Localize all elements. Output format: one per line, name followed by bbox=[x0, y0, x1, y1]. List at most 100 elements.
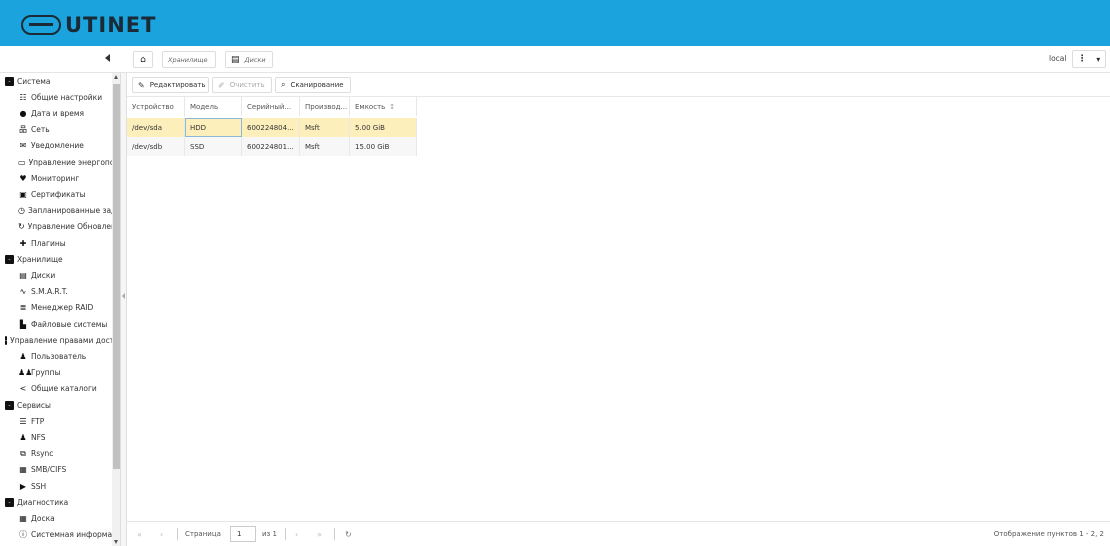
first-page-icon[interactable]: « bbox=[137, 530, 142, 539]
sidebar-item[interactable]: 品 Сеть bbox=[18, 122, 120, 138]
sidebar-item-label: Плагины bbox=[31, 238, 66, 248]
scan-label: Сканирование bbox=[290, 81, 344, 89]
sidebar-item[interactable]: ◷ Запланированные задачи bbox=[18, 203, 120, 219]
sidebar-item-label: Системная информация bbox=[31, 530, 121, 540]
cell-serial: 600224804... bbox=[242, 118, 300, 137]
sidebar-item[interactable]: ▤ Диски bbox=[18, 267, 120, 283]
table-row[interactable]: /dev/sdb SSD 600224801... Msft 15.00 GiB bbox=[127, 137, 417, 156]
breadcrumb-disks[interactable]: ▤ Диски bbox=[225, 51, 273, 68]
cell-vendor: Msft bbox=[300, 137, 350, 156]
action-toolbar: ✎ Редактировать ✐ Очистить ⌕ Сканирование bbox=[127, 73, 1110, 97]
prev-page-icon[interactable]: ‹ bbox=[160, 530, 163, 539]
sidebar-item[interactable]: ⓘ Системная информация bbox=[18, 527, 121, 543]
breadcrumb-storage[interactable]: Хранилище bbox=[162, 51, 216, 68]
sidebar-item[interactable]: ∿ S.M.A.R.T. bbox=[18, 284, 120, 300]
sidebar-group[interactable]: - Хранилище bbox=[5, 251, 117, 267]
sidebar-item[interactable]: < Общие каталоги bbox=[18, 381, 120, 397]
kebab-menu-icon: ⋮ bbox=[1077, 54, 1087, 64]
sidebar-scrollbar[interactable] bbox=[112, 73, 120, 546]
page-number-input[interactable] bbox=[230, 526, 256, 542]
navigation-sidebar: - Система ☷ Общие настройки ● Дата и время 品 Се… bbox=[0, 73, 121, 546]
sidebar-item[interactable]: ☷ Общие настройки bbox=[18, 89, 120, 105]
sidebar-item-label: Файловые системы bbox=[31, 319, 108, 329]
home-icon: ⌂ bbox=[140, 54, 146, 65]
column-header-model[interactable]: Модель bbox=[185, 97, 242, 116]
table-row[interactable]: /dev/sda HDD 600224804... Msft 5.00 GiB bbox=[127, 118, 417, 137]
clear-button[interactable]: ✐ Очистить bbox=[212, 77, 272, 93]
pager-divider bbox=[334, 528, 335, 540]
sidebar-group[interactable]: - Система bbox=[5, 73, 117, 89]
sidebar-item[interactable]: ● Дата и время bbox=[18, 105, 120, 121]
cell-capacity: 5.00 GiB bbox=[350, 118, 417, 137]
sidebar-item[interactable]: ☰ FTP bbox=[18, 413, 120, 429]
nav-item-icon: ◷ bbox=[18, 206, 25, 216]
sidebar-item-label: Управление Обновлениями bbox=[27, 222, 120, 232]
sidebar-item[interactable]: ▙ Файловые системы bbox=[18, 316, 120, 332]
sidebar-item-label: SMB/CIFS bbox=[31, 465, 67, 475]
edit-button[interactable]: ✎ Редактировать bbox=[132, 77, 209, 93]
sidebar-item[interactable]: ✚ Плагины bbox=[18, 235, 120, 251]
last-page-icon[interactable]: » bbox=[317, 530, 322, 539]
scroll-up-icon[interactable] bbox=[114, 75, 118, 79]
home-button[interactable]: ⌂ bbox=[133, 51, 153, 68]
capacity-header-label: Емкость bbox=[355, 102, 386, 111]
user-menu-button[interactable]: ⋮ ▾ bbox=[1072, 50, 1106, 68]
logo-text: UTINET bbox=[65, 13, 157, 37]
sidebar-item[interactable]: ♟ NFS bbox=[18, 429, 120, 445]
nav-item-icon: 品 bbox=[19, 125, 27, 135]
sidebar-item[interactable]: ♟♟ Группы bbox=[18, 365, 120, 381]
sidebar-item[interactable]: ▦ SMB/CIFS bbox=[18, 462, 120, 478]
nav-item-icon: ▭ bbox=[18, 157, 26, 167]
logo-mark-icon bbox=[21, 15, 61, 35]
sidebar-item[interactable]: ↻Управление Обновлениями bbox=[18, 219, 120, 235]
disk-icon: ▤ bbox=[231, 54, 240, 65]
sidebar-item[interactable]: ♟ Пользователь bbox=[18, 348, 120, 364]
breadcrumb-disks-label: Диски bbox=[244, 55, 266, 64]
pager-divider bbox=[285, 528, 286, 540]
dropdown-caret-icon: ▾ bbox=[1096, 54, 1101, 64]
sidebar-item[interactable]: ▦ Доска bbox=[18, 510, 120, 526]
next-page-icon[interactable]: › bbox=[295, 530, 298, 539]
edit-label: Редактировать bbox=[149, 81, 206, 89]
sidebar-item[interactable]: ✉ Уведомление bbox=[18, 138, 120, 154]
sidebar-item[interactable]: ⧉ Rsync bbox=[18, 446, 120, 462]
nav-item-icon: ⓘ bbox=[19, 530, 27, 540]
sidebar-item-label: Диски bbox=[31, 270, 56, 280]
sidebar-group[interactable]: - Сервисы bbox=[5, 397, 117, 413]
utinet-logo[interactable]: UTINET bbox=[21, 13, 156, 37]
collapse-sidebar-icon[interactable] bbox=[105, 54, 110, 62]
column-header-serial[interactable]: Серийный... bbox=[242, 97, 300, 116]
scroll-thumb[interactable] bbox=[113, 84, 120, 469]
sidebar-group[interactable]: - Управление правами доступа bbox=[5, 332, 117, 348]
cell-model: SSD bbox=[185, 137, 242, 156]
sidebar-item-label: Сертификаты bbox=[31, 189, 86, 199]
nav-item-icon: ♟ bbox=[19, 432, 27, 442]
sidebar-item[interactable]: ♥ Мониторинг bbox=[18, 170, 120, 186]
column-header-vendor[interactable]: Производ... bbox=[300, 97, 350, 116]
nav-item-icon: ▤ bbox=[19, 270, 27, 280]
splitter-grip-icon[interactable] bbox=[122, 293, 125, 299]
cell-capacity: 15.00 GiB bbox=[350, 137, 417, 156]
column-header-device[interactable]: Устройство bbox=[127, 97, 185, 116]
sidebar-group[interactable]: - Диагностика bbox=[5, 494, 117, 510]
host-label: local bbox=[1049, 54, 1067, 63]
page-label: Страница bbox=[185, 530, 221, 538]
nav-item-icon: ♥ bbox=[19, 173, 27, 183]
collapse-group-icon: - bbox=[5, 76, 14, 86]
sidebar-item-label: Мониторинг bbox=[31, 173, 80, 183]
nav-item-icon: ✉ bbox=[19, 141, 27, 151]
sidebar-item[interactable]: ▶ SSH bbox=[18, 478, 120, 494]
refresh-icon[interactable]: ↻ bbox=[345, 530, 352, 539]
nav-item-icon: ✚ bbox=[19, 238, 27, 248]
search-icon: ⌕ bbox=[281, 80, 286, 89]
column-header-capacity[interactable]: Емкость ↕ bbox=[350, 97, 417, 116]
sidebar-item-label: Управление энергопотреблением bbox=[28, 157, 120, 167]
app-header: UTINET bbox=[0, 0, 1110, 46]
sidebar-item-label: Сеть bbox=[31, 125, 50, 135]
scan-button[interactable]: ⌕ Сканирование bbox=[275, 77, 351, 93]
nav-item-icon: ▣ bbox=[19, 189, 27, 199]
sidebar-item[interactable]: ≣ Менеджер RAID bbox=[18, 300, 120, 316]
sidebar-item[interactable]: ▣ Сертификаты bbox=[18, 186, 120, 202]
scroll-down-icon[interactable] bbox=[114, 540, 118, 544]
sidebar-item[interactable]: ▭Управление энергопотреблением bbox=[18, 154, 120, 170]
